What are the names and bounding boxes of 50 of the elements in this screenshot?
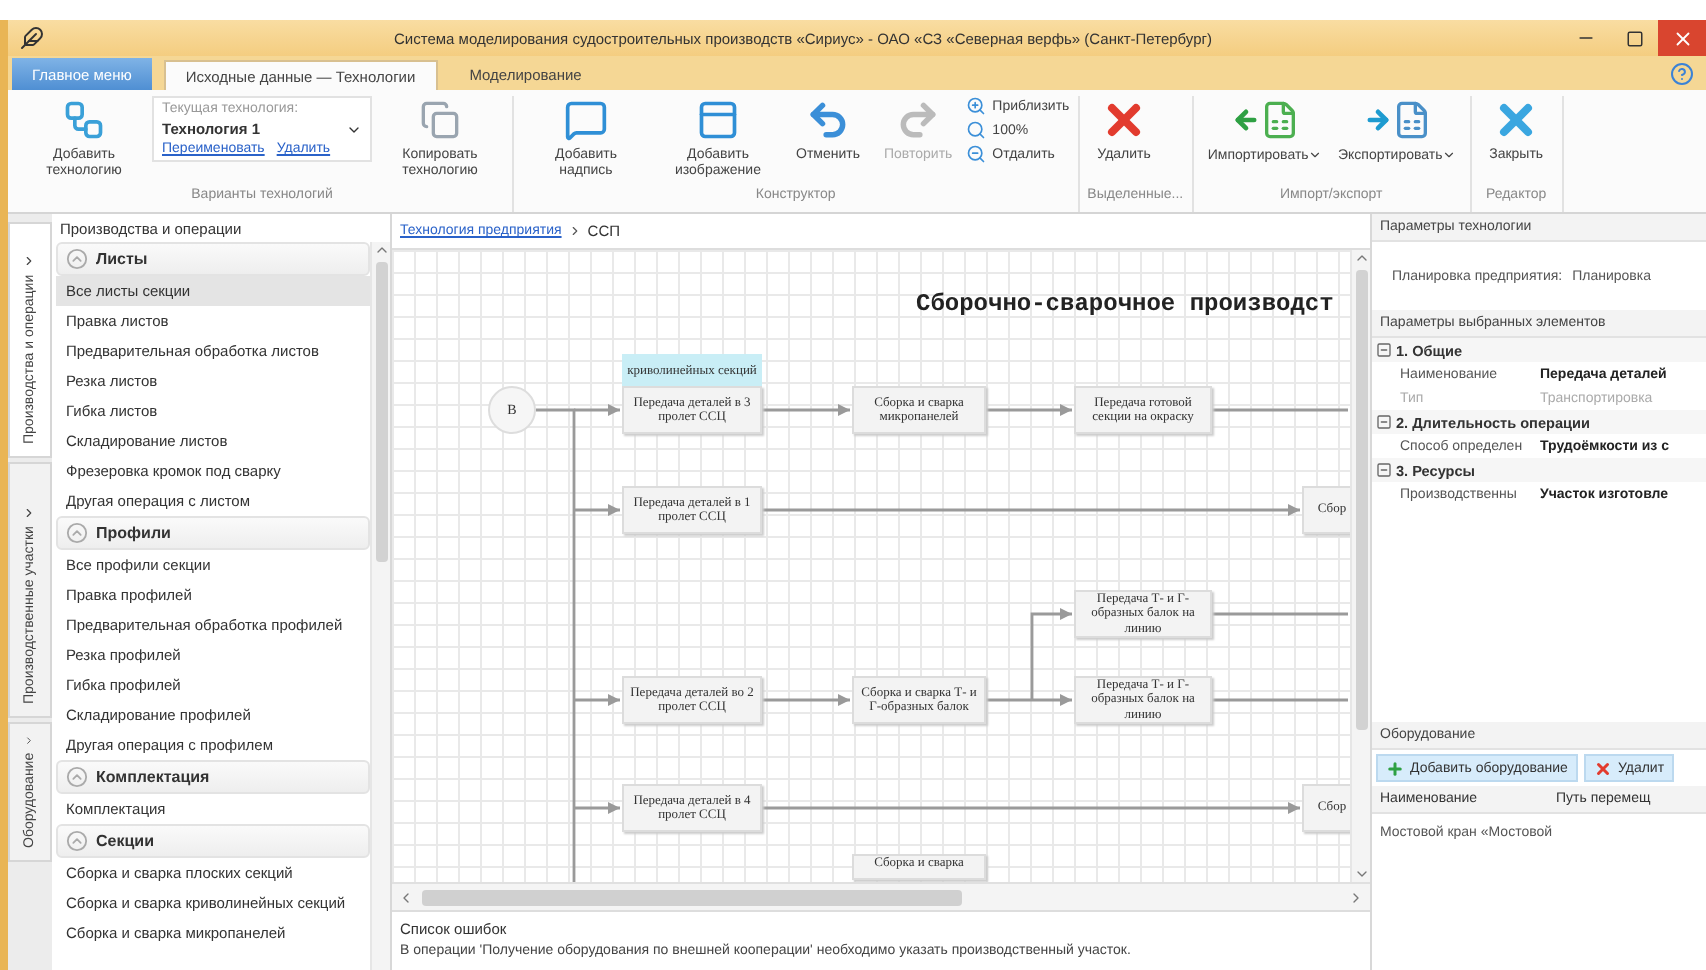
export-icon — [1363, 96, 1432, 144]
import-icon — [1231, 96, 1300, 144]
workflow-icon — [62, 96, 106, 144]
scroll-left-icon — [398, 889, 414, 905]
caret-icon — [23, 506, 37, 521]
maximize-icon — [1625, 29, 1643, 47]
connector-arrow — [762, 404, 850, 416]
connector-line — [1212, 408, 1348, 412]
connector-arrow — [986, 404, 1072, 416]
connector-arrow — [574, 802, 620, 814]
collapse-icon — [1376, 462, 1392, 478]
caret-icon — [24, 734, 36, 749]
scroll-down-icon — [1353, 866, 1369, 882]
delete-icon — [1593, 759, 1612, 777]
group-header[interactable]: Секции — [56, 824, 370, 858]
copy-icon — [420, 96, 460, 144]
app-logo-icon — [20, 26, 44, 50]
zoom-out-icon — [966, 144, 987, 164]
scrollbar[interactable] — [392, 882, 1370, 910]
caret-icon — [1308, 148, 1323, 162]
connector-arrow — [574, 694, 620, 706]
connector-arrow — [762, 694, 850, 706]
breadcrumb-separator-icon — [567, 224, 582, 238]
collapse-icon — [66, 248, 88, 270]
connector-arrow — [574, 404, 620, 416]
scroll-up-icon — [373, 242, 389, 258]
collapse-icon — [1376, 342, 1392, 358]
plus-icon — [1386, 759, 1404, 777]
group-header[interactable]: Листы — [56, 242, 370, 276]
collapse-icon — [1376, 414, 1392, 430]
speech-bubble-icon — [564, 96, 608, 144]
collapse-icon — [66, 830, 88, 852]
connector-line — [1210, 612, 1348, 702]
zoom-in-icon — [966, 96, 987, 116]
close-icon — [1671, 27, 1693, 49]
group-header[interactable]: Комплектация — [56, 760, 370, 794]
scrollbar[interactable] — [370, 242, 390, 970]
scrollbar[interactable] — [1350, 250, 1370, 882]
caret-icon — [23, 254, 37, 269]
scroll-right-icon — [1348, 889, 1364, 905]
connector-arrow — [574, 504, 620, 516]
collapse-icon — [66, 522, 88, 544]
group-header[interactable]: Профили — [56, 516, 370, 550]
image-frame-icon — [696, 96, 740, 144]
search-icon — [966, 120, 987, 140]
collapse-icon — [66, 766, 88, 788]
help-icon[interactable] — [1670, 62, 1694, 86]
caret-icon — [1442, 148, 1457, 162]
scroll-up-icon — [1353, 250, 1369, 266]
diagram-title: Сборочно-сварочное производст — [916, 290, 1334, 318]
